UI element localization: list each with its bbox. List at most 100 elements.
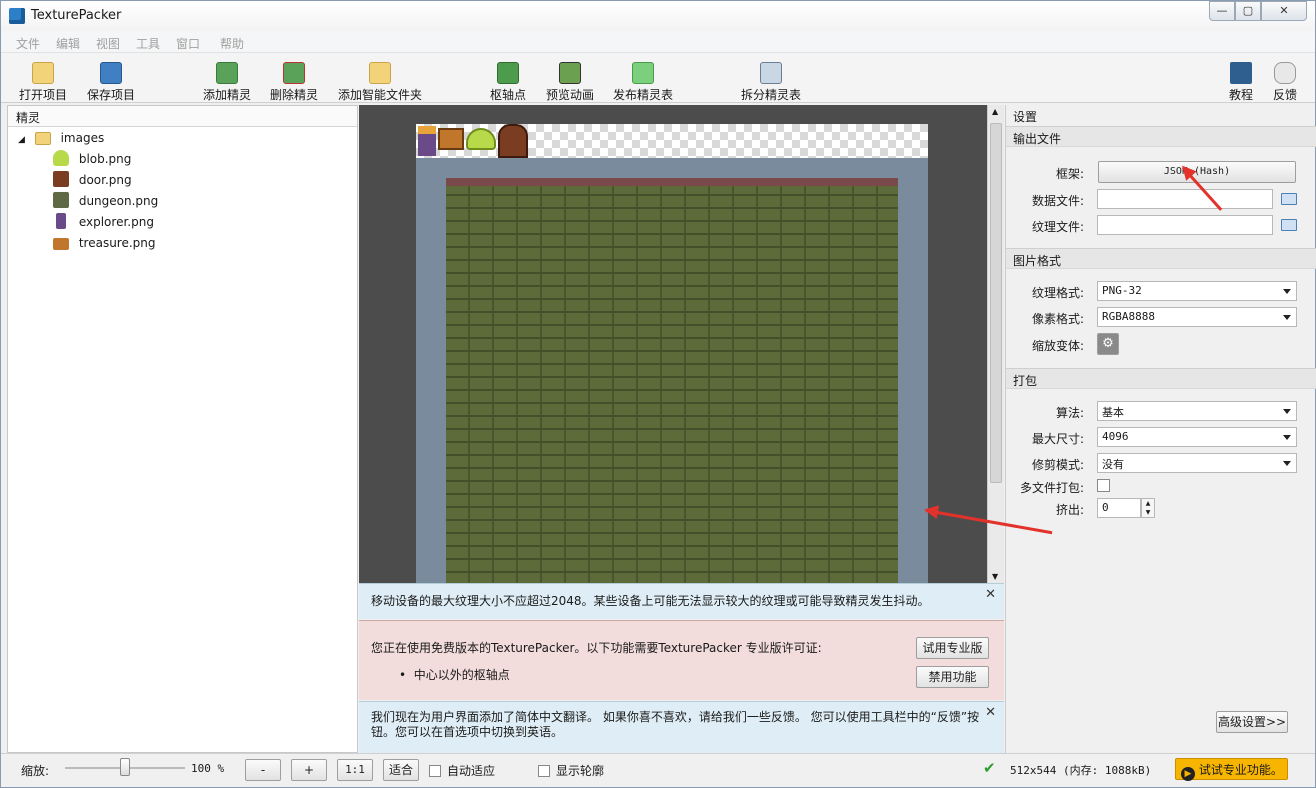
- arrow-circle-icon: ▶: [1181, 767, 1195, 781]
- menu-tools[interactable]: 工具: [136, 35, 160, 52]
- publish-label: 发布精灵表: [612, 88, 673, 102]
- zoom-slider-thumb[interactable]: [120, 758, 130, 776]
- graduation-cap-icon: [1230, 62, 1252, 84]
- door-sprite-icon: [53, 171, 69, 187]
- checkmark-icon: ✔: [983, 759, 996, 777]
- split-sheet-label: 拆分精灵表: [740, 88, 801, 102]
- browse-folder-icon[interactable]: [1281, 219, 1297, 231]
- try-pro-features-button[interactable]: ▶ 试试专业功能。: [1175, 758, 1288, 781]
- blob-sprite-icon: [466, 128, 496, 150]
- menu-window[interactable]: 窗口: [176, 35, 200, 52]
- zoom-in-button[interactable]: +: [291, 759, 327, 781]
- settings-panel: 设置 输出文件 框架: JSON (Hash) 数据文件: 纹理文件: 图片格式…: [1005, 105, 1316, 753]
- zoom-out-button[interactable]: -: [245, 759, 281, 781]
- algorithm-select[interactable]: 基本: [1097, 401, 1297, 421]
- sprite-sheet-preview: [416, 124, 928, 583]
- try-pro-features-label: 试试专业功能。: [1198, 763, 1283, 777]
- browse-folder-icon[interactable]: [1281, 193, 1297, 205]
- tree-item-dungeon[interactable]: dungeon.png: [53, 191, 158, 211]
- scroll-down-icon[interactable]: ▼: [992, 572, 998, 581]
- tree-folder-label: images: [60, 131, 105, 145]
- auto-fit-checkbox[interactable]: [429, 765, 441, 777]
- extrude-input[interactable]: 0: [1097, 498, 1141, 518]
- tree-item-door[interactable]: door.png: [53, 170, 132, 190]
- extrude-spinner[interactable]: ▲ ▼: [1141, 498, 1155, 518]
- multipack-checkbox[interactable]: [1097, 479, 1110, 492]
- texture-format-label: 纹理格式:: [1031, 286, 1084, 300]
- publish-button[interactable]: 发布精灵表: [607, 53, 679, 103]
- trim-mode-select[interactable]: 没有: [1097, 453, 1297, 473]
- close-icon[interactable]: ✕: [985, 587, 996, 602]
- texture-format-select[interactable]: PNG-32: [1097, 281, 1297, 301]
- menu-view[interactable]: 视图: [96, 35, 120, 52]
- framework-label: 框架:: [1055, 167, 1084, 181]
- packing-section-header: 打包: [1006, 368, 1316, 389]
- window-title: TexturePacker: [31, 8, 122, 23]
- zoom-value: 100 %: [191, 762, 225, 775]
- open-project-button[interactable]: 打开项目: [13, 53, 73, 103]
- tree-item-label: dungeon.png: [78, 194, 159, 208]
- remove-sprite-label: 删除精灵: [269, 88, 318, 102]
- output-section-header: 输出文件: [1006, 126, 1316, 147]
- feedback-button[interactable]: 反馈: [1267, 53, 1303, 103]
- dungeon-sprite-image: [416, 158, 928, 583]
- minimize-button[interactable]: —: [1209, 1, 1235, 21]
- tree-item-treasure[interactable]: treasure.png: [53, 233, 156, 253]
- save-project-button[interactable]: 保存项目: [81, 53, 141, 103]
- menu-help[interactable]: 帮助: [220, 35, 244, 52]
- tree-folder-images[interactable]: ◢ images: [18, 128, 104, 148]
- gear-icon[interactable]: ⚙: [1097, 333, 1119, 355]
- tree-expand-arrow-icon[interactable]: ◢: [18, 135, 25, 145]
- advanced-settings-button[interactable]: 高级设置>>: [1216, 711, 1288, 733]
- scroll-up-icon[interactable]: ▲: [992, 107, 998, 116]
- disable-feature-button[interactable]: 禁用功能: [916, 666, 989, 688]
- close-icon[interactable]: ✕: [985, 705, 996, 720]
- menu-file[interactable]: 文件: [16, 35, 40, 52]
- remove-sprite-button[interactable]: 删除精灵: [264, 53, 324, 103]
- status-bar: 缩放: 100 % - + 1:1 适合 自动适应 显示轮廓 ✔ 512x544…: [1, 753, 1315, 787]
- maximize-button[interactable]: ▢: [1235, 1, 1261, 21]
- auto-fit-option[interactable]: 自动适应: [429, 762, 495, 779]
- tree-item-explorer[interactable]: explorer.png: [53, 212, 154, 232]
- close-window-button[interactable]: ✕: [1261, 1, 1307, 21]
- tree-item-label: blob.png: [78, 152, 132, 166]
- toolbar: 打开项目 保存项目 添加精灵 删除精灵 添加智能文件夹 枢轴点 预览动画 发布精…: [1, 53, 1315, 103]
- framework-button[interactable]: JSON (Hash): [1098, 161, 1296, 183]
- auto-fit-label: 自动适应: [447, 764, 496, 778]
- blob-sprite-icon: [53, 150, 69, 166]
- show-outline-option[interactable]: 显示轮廓: [538, 762, 604, 779]
- menu-edit[interactable]: 编辑: [56, 35, 80, 52]
- add-smart-folder-button[interactable]: 添加智能文件夹: [333, 53, 427, 103]
- door-sprite-icon: [498, 124, 528, 158]
- try-pro-button[interactable]: 试用专业版: [916, 637, 989, 659]
- app-window: TexturePacker — ▢ ✕ 文件 编辑 视图 工具 窗口 帮助 打开…: [0, 0, 1316, 788]
- sprite-sheet-canvas[interactable]: [359, 105, 987, 583]
- license-text: 您正在使用免费版本的TexturePacker。以下功能需要TexturePac…: [371, 641, 822, 655]
- notice-mobile-text: 移动设备的最大纹理大小不应超过2048。某些设备上可能无法显示较大的纹理或可能导…: [371, 594, 930, 608]
- algorithm-label: 算法:: [1055, 406, 1084, 420]
- add-sprite-button[interactable]: 添加精灵: [197, 53, 257, 103]
- tutorial-button[interactable]: 教程: [1223, 53, 1259, 103]
- scrollbar-thumb[interactable]: [990, 123, 1002, 483]
- tree-item-blob[interactable]: blob.png: [53, 149, 131, 169]
- data-file-input[interactable]: [1097, 189, 1273, 209]
- texture-file-input[interactable]: [1097, 215, 1273, 235]
- canvas-vertical-scrollbar[interactable]: ▲ ▼: [987, 105, 1004, 583]
- zoom-one-to-one-button[interactable]: 1:1: [337, 759, 373, 781]
- show-outline-checkbox[interactable]: [538, 765, 550, 777]
- preview-animation-button[interactable]: 预览动画: [541, 53, 599, 103]
- tree-item-label: explorer.png: [78, 215, 154, 229]
- speech-bubble-icon: [1274, 62, 1296, 84]
- treasure-sprite-icon: [438, 128, 464, 150]
- notice-license: 您正在使用免费版本的TexturePacker。以下功能需要TexturePac…: [359, 620, 1004, 700]
- open-project-label: 打开项目: [18, 88, 67, 102]
- split-sheet-button[interactable]: 拆分精灵表: [735, 53, 807, 103]
- zoom-fit-button[interactable]: 适合: [383, 759, 419, 781]
- pixel-format-select[interactable]: RGBA8888: [1097, 307, 1297, 327]
- sprites-panel-header: 精灵: [8, 106, 357, 127]
- pivot-button[interactable]: 枢轴点: [483, 53, 533, 103]
- notice-translation: 我们现在为用户界面添加了简体中文翻译。 如果你喜不喜欢，请给我们一些反馈。 您可…: [359, 701, 1004, 753]
- scale-variant-label: 缩放变体:: [1031, 339, 1084, 353]
- max-size-select[interactable]: 4096: [1097, 427, 1297, 447]
- license-item-label: 中心以外的枢轴点: [413, 668, 510, 682]
